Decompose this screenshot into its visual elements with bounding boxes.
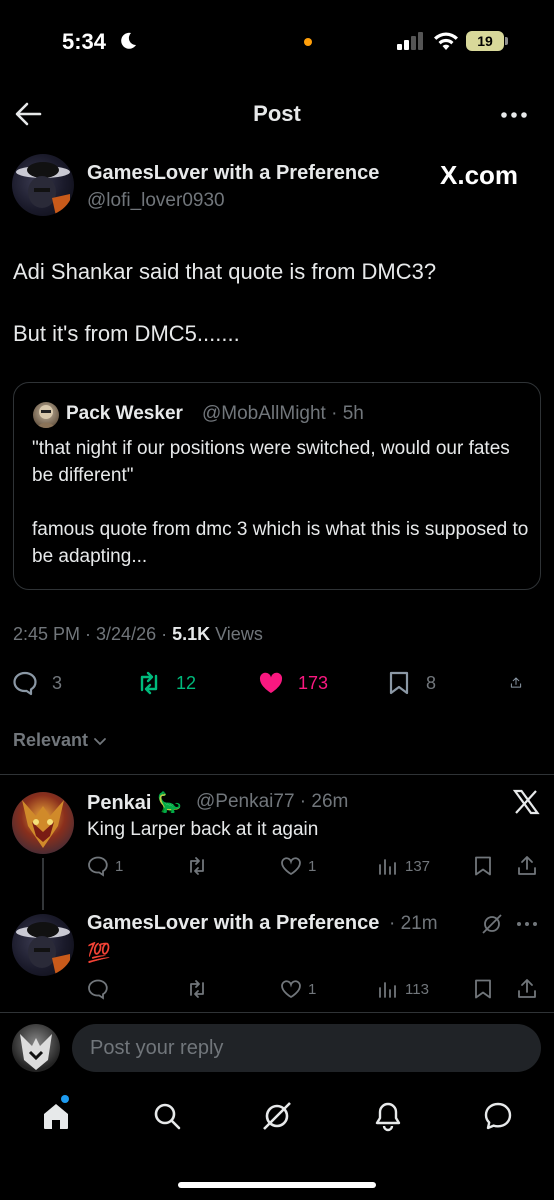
author-handle[interactable]: @lofi_lover0930 <box>87 190 225 212</box>
reply-action-like[interactable]: 1 <box>280 855 316 877</box>
views-count: 113 <box>405 980 429 998</box>
reply-composer-input[interactable]: Post your reply <box>72 1024 541 1072</box>
grok-icon[interactable] <box>480 912 504 936</box>
like-count: 1 <box>308 980 317 998</box>
more-icon[interactable] <box>500 110 528 120</box>
views-count: 5.1K <box>172 624 211 644</box>
share-icon <box>510 677 522 688</box>
reply-action-repost[interactable] <box>186 978 214 1000</box>
wifi-icon <box>434 32 458 50</box>
notification-dot <box>61 1095 69 1103</box>
home-indicator[interactable] <box>178 1182 376 1188</box>
reply-action-reply[interactable] <box>87 978 115 1000</box>
reply-action-like[interactable]: 1 <box>280 978 316 1000</box>
chevron-down-icon <box>94 737 106 745</box>
more-icon[interactable] <box>516 920 538 928</box>
x-logo-icon[interactable] <box>512 788 540 816</box>
signal-icon <box>397 32 423 50</box>
post-meta: 2:45 PM · 3/24/26 · 5.1K Views <box>13 624 263 645</box>
battery-level: 19 <box>466 31 504 51</box>
post-text-line: Adi Shankar said that quote is from DMC3… <box>13 259 437 284</box>
share-icon[interactable] <box>516 978 538 1000</box>
bookmark-count: 8 <box>426 672 437 693</box>
post-text: Adi Shankar said that quote is from DMC3… <box>13 256 533 349</box>
repost-button[interactable]: 12 <box>136 668 196 698</box>
reply-author-name[interactable]: GamesLover with a Preference <box>87 912 379 935</box>
home-icon[interactable] <box>40 1100 72 1132</box>
reply-action-repost[interactable] <box>186 855 214 877</box>
battery-indicator: 19 <box>466 31 508 51</box>
quoted-author-avatar <box>33 402 59 428</box>
views-count: 137 <box>405 857 431 875</box>
reply-action-views[interactable]: 113 <box>377 978 429 1000</box>
source-badge: X.com <box>440 160 519 190</box>
reply-button[interactable]: 3 <box>12 668 62 698</box>
grok-icon[interactable] <box>261 1100 293 1132</box>
reply-text: 💯 <box>87 943 111 964</box>
quoted-text-para: famous quote from dmc 3 which is what th… <box>32 519 529 567</box>
post-timestamp: 2:45 PM · 3/24/26 · <box>13 624 173 644</box>
privacy-indicator <box>304 38 312 46</box>
bookmark-icon[interactable] <box>472 978 494 1000</box>
reply-icon <box>13 671 37 696</box>
repost-icon <box>190 980 204 998</box>
divider <box>0 1012 554 1013</box>
repost-icon <box>140 671 158 695</box>
views-label: Views <box>210 624 263 644</box>
status-time: 5:34 <box>62 29 107 54</box>
messages-icon[interactable] <box>482 1100 514 1132</box>
reply-author-handle[interactable]: · 21m <box>389 913 438 935</box>
share-button[interactable] <box>510 668 536 698</box>
reply-count: 3 <box>52 672 63 693</box>
heart-icon <box>259 672 283 693</box>
sort-dropdown[interactable]: Relevant <box>13 730 108 751</box>
views-icon <box>379 859 396 875</box>
thread-line <box>42 858 44 910</box>
page-title: Post <box>253 101 301 126</box>
reply-avatar[interactable] <box>12 792 74 854</box>
quoted-author-handle: @MobAllMight · 5h <box>202 403 364 424</box>
reply-avatar[interactable] <box>12 914 74 976</box>
avatar-image <box>36 405 56 428</box>
reply-count: 1 <box>115 857 124 875</box>
bookmark-icon <box>389 671 409 695</box>
quoted-post[interactable]: Pack Wesker @MobAllMight · 5h "that nigh… <box>13 382 541 590</box>
post-text-line: But it's from DMC5....... <box>13 321 240 346</box>
reply-action-views[interactable]: 137 <box>377 855 430 877</box>
search-icon[interactable] <box>151 1100 183 1132</box>
divider <box>0 774 554 775</box>
reply-icon <box>88 979 108 1000</box>
reply-text: King Larper back at it again <box>87 819 319 840</box>
share-icon[interactable] <box>516 855 538 877</box>
quoted-author-name: Pack Wesker <box>66 403 183 424</box>
quoted-text: "that night if our positions were switch… <box>32 435 532 570</box>
sort-label: Relevant <box>13 730 89 750</box>
like-button[interactable]: 173 <box>258 668 328 698</box>
quoted-text-para: "that night if our positions were switch… <box>32 438 510 486</box>
repost-icon <box>190 857 204 875</box>
avatar-image <box>16 162 70 216</box>
avatar-image <box>20 1034 52 1070</box>
avatar-image <box>16 922 70 976</box>
author-avatar[interactable] <box>12 154 74 216</box>
battery-tip <box>505 37 508 45</box>
heart-icon <box>281 857 301 876</box>
heart-icon <box>281 980 301 999</box>
bell-icon[interactable] <box>372 1100 404 1132</box>
bookmark-icon[interactable] <box>472 855 494 877</box>
reply-icon <box>88 856 108 877</box>
reply-author-handle[interactable]: @Penkai77 · 26m <box>196 791 348 813</box>
views-icon <box>379 982 396 998</box>
avatar-image <box>22 800 64 848</box>
like-count: 1 <box>308 857 317 875</box>
author-name[interactable]: GamesLover with a Preference <box>87 162 379 185</box>
repost-count: 12 <box>176 672 197 693</box>
bookmark-button[interactable]: 8 <box>386 668 436 698</box>
reply-action-reply[interactable]: 1 <box>87 855 123 877</box>
reply-author-name[interactable]: Penkai 🦕 <box>87 790 182 815</box>
like-count: 173 <box>298 672 329 693</box>
moon-icon <box>121 32 136 49</box>
user-avatar[interactable] <box>12 1024 60 1072</box>
